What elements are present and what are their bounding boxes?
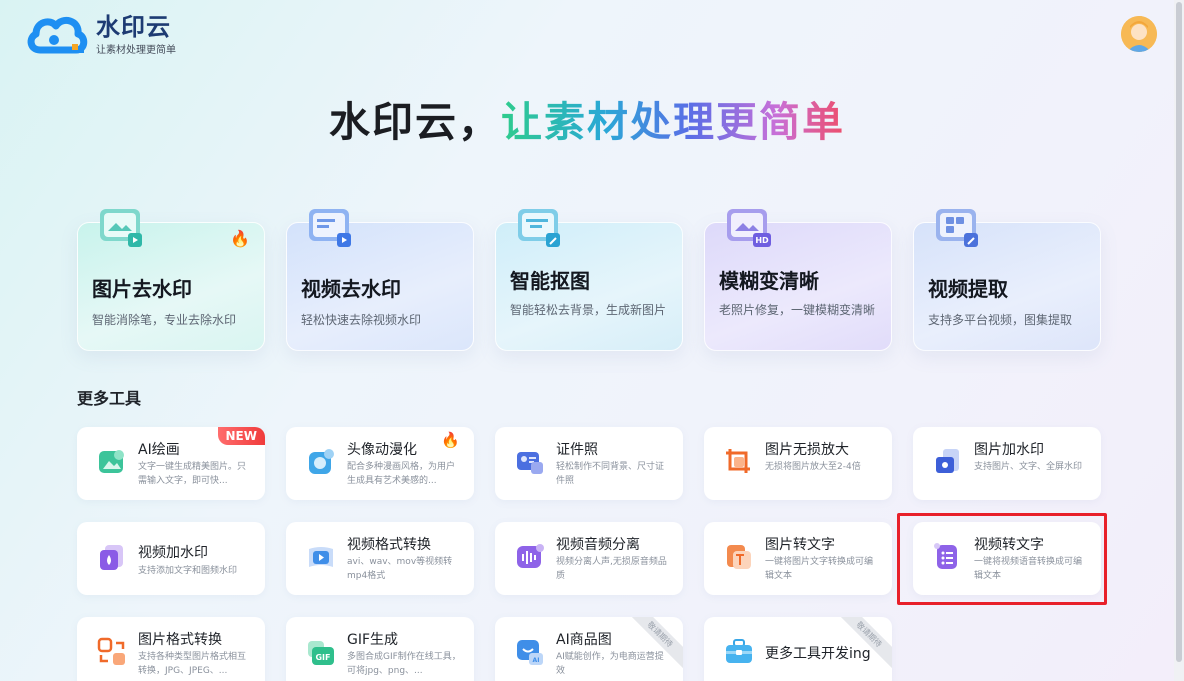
user-avatar[interactable] [1121,16,1157,52]
tool-name: 图片加水印 [974,442,1044,458]
tool-desc: 文字一键生成精美图片。只需输入文字，即可快... [138,462,247,486]
tool-desc: 多图合成GIF制作在线工具，可将jpg、png、... [347,652,461,676]
tool-desc: 配合多种漫画风格，为用户生成具有艺术美感的... [347,462,456,486]
tool-name: 图片无损放大 [765,442,849,458]
cloud-logo-icon [26,12,92,58]
audio-split-icon [515,542,545,572]
tool-name: AI商品图 [556,632,612,648]
tool-name: 视频格式转换 [347,537,431,553]
tool-name: 更多工具开发ing [765,646,871,662]
tool-name: 证件照 [556,442,598,458]
feature-title: 图片去水印 [92,277,192,301]
tool-desc: 支持各种类型图片格式相互转换，JPG、JPEG、... [138,652,247,676]
feature-desc: 智能轻松去背景，生成新图片 [510,303,667,317]
logo-subtitle: 让素材处理更简单 [96,45,176,56]
add-watermark-icon [933,447,963,477]
feature-title: 视频提取 [928,277,1008,301]
feature-card-video-watermark[interactable]: 视频去水印 轻松快速去除视频水印 [286,209,474,351]
image-icon [98,207,146,251]
tool-card-image-to-text[interactable]: 图片转文字 一键将图片文字转换成可编辑文本 [704,522,892,595]
svg-text:HD: HD [755,236,769,245]
tool-card-more-tools[interactable]: 敬请期待 更多工具开发ing [704,617,892,681]
tool-card-audio-split[interactable]: 视频音频分离 视频分离人声,无损原音频品质 [495,522,683,595]
fire-hot-icon: 🔥 [230,229,250,248]
feature-title: 视频去水印 [301,277,401,301]
feature-card-deblur[interactable]: HD 模糊变清晰 老照片修复，一键模糊变清晰 [704,209,892,351]
tool-name: 图片格式转换 [138,632,222,648]
tool-desc: 一键将图片文字转换成可编辑文本 [765,557,874,581]
tool-name: AI绘画 [138,442,180,458]
feature-card-video-extract[interactable]: 视频提取 支持多平台视频，图集提取 [913,209,1101,351]
tool-desc: AI赋能创作，为电商运营提效 [556,652,664,676]
scrollbar[interactable] [1174,0,1184,681]
hd-icon: HD [725,207,773,251]
tool-card-id-photo[interactable]: 证件照 轻松制作不同背景、尺寸证件照 [495,427,683,500]
tool-name: 头像动漫化 [347,442,417,458]
tool-name: 视频加水印 [138,545,208,561]
toolbox-icon [724,637,754,667]
tool-name: 视频音频分离 [556,537,640,553]
feature-title: 模糊变清晰 [719,269,819,293]
anime-icon [306,447,336,477]
ai-paint-icon [97,447,127,477]
tool-card-ai-product[interactable]: AI 敬请期待 AI商品图 AI赋能创作，为电商运营提效 [495,617,683,681]
tool-desc: 支持添加文字和图频水印 [138,566,238,576]
hero-title: 水印云，让素材处理更简单 [0,88,1174,148]
img-convert-icon [97,637,127,667]
tool-desc: 视频分离人声,无损原音频品质 [556,557,667,581]
tool-desc: 支持图片、文字、全屏水印 [974,462,1083,472]
extract-icon [934,207,982,251]
video-convert-icon [306,542,336,572]
feature-desc: 轻松快速去除视频水印 [301,313,422,327]
video-icon [307,207,355,251]
brand-logo[interactable]: 水印云 让素材处理更简单 [26,12,176,58]
tool-desc: 无损将图片放大至2-4倍 [765,462,861,472]
scrollbar-thumb[interactable] [1176,2,1182,662]
tool-card-gif[interactable]: GIF GIF生成 多图合成GIF制作在线工具，可将jpg、png、... [286,617,474,681]
svg-text:GIF: GIF [315,653,330,662]
fire-hot-icon: 🔥 [441,431,460,449]
new-badge: NEW [217,427,265,445]
cutout-icon [516,207,564,251]
hero-title-brand: 水印云， [329,98,501,146]
tool-card-ai-paint[interactable]: NEW AI绘画 文字一键生成精美图片。只需输入文字，即可快... [77,427,265,500]
tool-name: GIF生成 [347,632,399,648]
feature-desc: 支持多平台视频，图集提取 [928,313,1073,327]
feature-card-smart-cutout[interactable]: 智能抠图 智能轻松去背景，生成新图片 [495,209,683,351]
tool-card-video-convert[interactable]: 视频格式转换 avi、wav、mov等视频转mp4格式 [286,522,474,595]
feature-title: 智能抠图 [510,269,590,293]
feature-card-image-watermark[interactable]: 🔥 图片去水印 智能消除笔，专业去除水印 [77,209,265,351]
ai-product-icon: AI [515,637,545,667]
selection-highlight-box [897,513,1107,605]
tool-card-enlarge[interactable]: 图片无损放大 无损将图片放大至2-4倍 [704,427,892,500]
tool-card-image-convert[interactable]: 图片格式转换 支持各种类型图片格式相互转换，JPG、JPEG、... [77,617,265,681]
video-watermark-icon [97,542,127,572]
feature-desc: 老照片修复，一键模糊变清晰 [719,303,876,317]
more-tools-heading: 更多工具 [77,389,142,408]
feature-desc: 智能消除笔，专业去除水印 [92,313,237,327]
svg-text:AI: AI [533,657,540,664]
logo-title: 水印云 [96,13,171,41]
tool-desc: 轻松制作不同背景、尺寸证件照 [556,462,665,486]
tool-card-add-watermark[interactable]: 图片加水印 支持图片、文字、全屏水印 [913,427,1101,500]
gif-icon: GIF [306,637,336,667]
id-photo-icon [515,447,545,477]
tool-desc: avi、wav、mov等视频转mp4格式 [347,557,453,581]
tool-name: 图片转文字 [765,537,835,553]
enlarge-icon [724,447,754,477]
tool-card-video-watermark[interactable]: 视频加水印 支持添加文字和图频水印 [77,522,265,595]
hero-title-slogan: 让素材处理更简单 [501,98,845,146]
tool-card-anime-avatar[interactable]: 🔥 头像动漫化 配合多种漫画风格，为用户生成具有艺术美感的... [286,427,474,500]
ocr-icon [724,542,754,572]
